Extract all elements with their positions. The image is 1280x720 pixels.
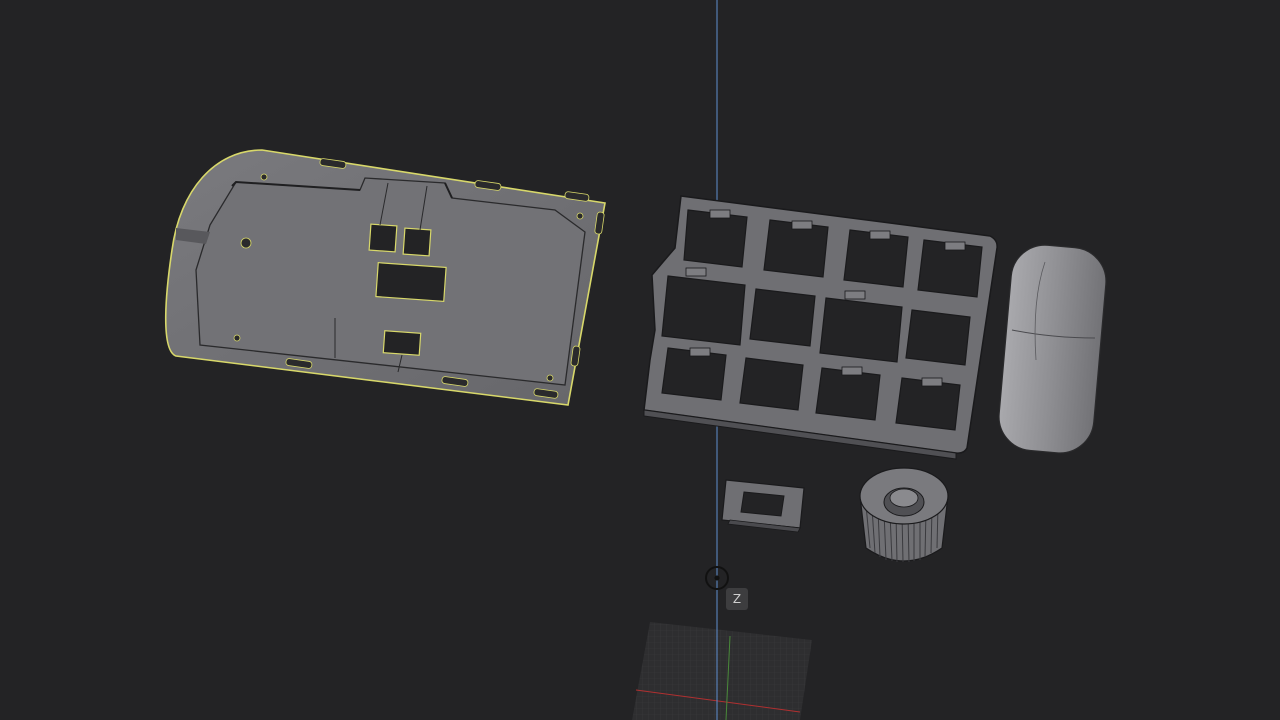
z-axis-label[interactable]: Z <box>726 588 748 610</box>
switch-plate[interactable] <box>643 195 998 460</box>
ground-grid <box>632 622 812 720</box>
case-bottom-plate[interactable] <box>164 149 606 406</box>
bracket-part[interactable] <box>721 479 805 533</box>
rotary-knob[interactable] <box>859 467 949 563</box>
3d-viewport[interactable]: Z <box>0 0 1280 720</box>
knob-cap[interactable] <box>996 242 1109 455</box>
